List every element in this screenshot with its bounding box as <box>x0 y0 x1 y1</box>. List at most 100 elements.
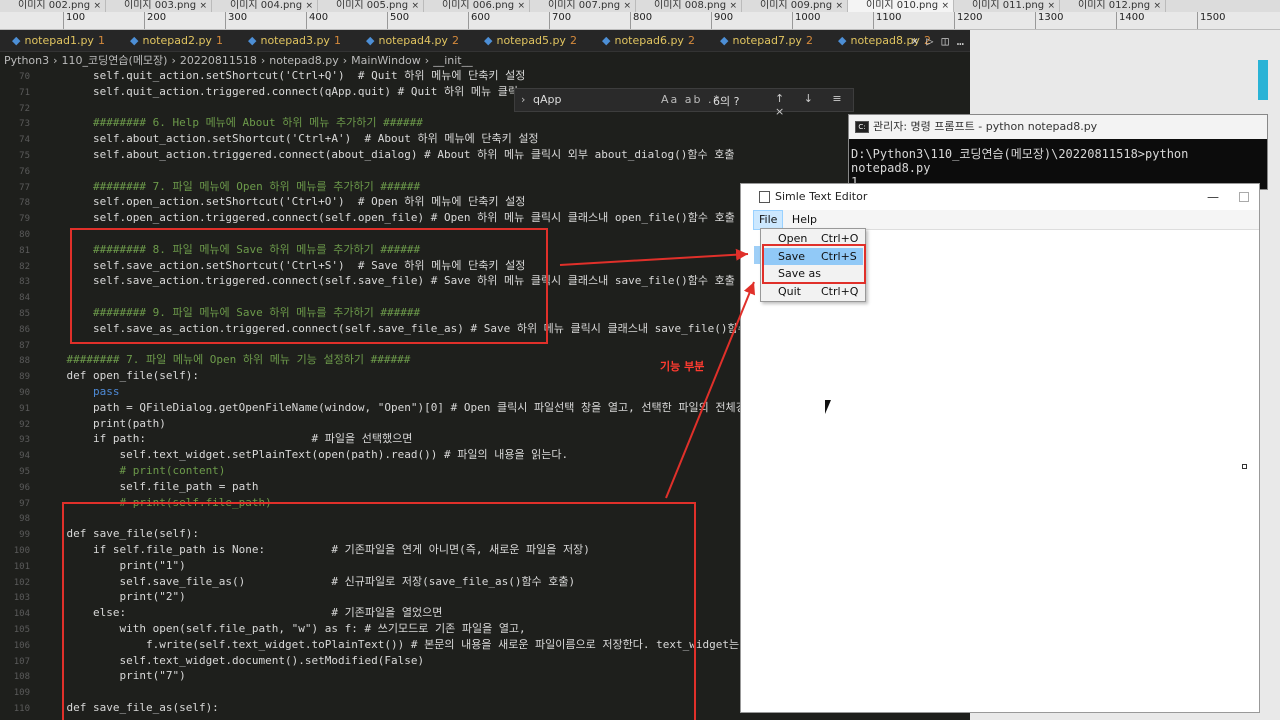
close-icon[interactable]: × <box>1047 0 1055 12</box>
line-number: 85 <box>19 309 30 319</box>
image-tab-strip: 이미지 002.png × 이미지 003.png × 이미지 004.png × 이미지 … <box>0 0 1280 12</box>
problem-count: 2 <box>451 34 459 47</box>
chevron-right-icon: › <box>171 54 176 67</box>
close-icon[interactable]: × <box>729 0 737 12</box>
image-tab[interactable]: 이미지 006.png × <box>424 0 530 12</box>
line-number: 72 <box>19 103 30 114</box>
code-text: self.text_widget.setPlainText(open(path)… <box>40 448 569 462</box>
editor-tab[interactable]: ◆ notepad5.py 2 <box>472 30 590 51</box>
image-tab-label: 이미지 012.png <box>1078 0 1151 11</box>
editor-tab[interactable]: ◆ notepad7.py 2 <box>708 30 826 51</box>
image-tab-label: 이미지 006.png <box>442 0 515 11</box>
minimize-icon[interactable]: — <box>1207 184 1219 210</box>
close-icon[interactable]: × <box>911 30 918 52</box>
editor-actions: × ▷ ◫ … <box>911 30 964 52</box>
menu-item-quit[interactable]: Quit Ctrl+Q <box>763 283 863 300</box>
ste-title-bar[interactable]: Simle Text Editor — <box>741 184 1259 210</box>
code-text: self.about_action.setShortcut('Ctrl+A') … <box>40 132 539 146</box>
problem-count: 2 <box>805 34 813 47</box>
close-icon[interactable]: × <box>941 0 949 12</box>
python-file-icon: ◆ <box>484 34 493 47</box>
image-tab-label: 이미지 010.png <box>866 0 939 11</box>
line-number: 97 <box>19 498 30 509</box>
close-icon[interactable]: × <box>623 0 631 12</box>
python-file-icon: ◆ <box>720 34 729 47</box>
image-tab[interactable]: 이미지 012.png × <box>1060 0 1166 12</box>
resize-handle[interactable] <box>1242 464 1247 469</box>
close-icon[interactable]: × <box>517 0 525 12</box>
breadcrumb-item[interactable]: 20220811518 <box>180 54 257 67</box>
find-count: 6의 ? <box>713 95 740 108</box>
close-icon[interactable]: × <box>199 0 207 12</box>
line-number: 89 <box>19 372 30 383</box>
line-number: 106 <box>13 640 30 651</box>
find-nav-buttons[interactable]: ↑ ↓ ≡ × <box>775 92 853 118</box>
more-icon[interactable]: … <box>957 30 964 52</box>
image-tab[interactable]: 이미지 008.png × <box>636 0 742 12</box>
editor-tab[interactable]: ◆ notepad4.py 2 <box>354 30 472 51</box>
run-icon[interactable]: ▷ <box>926 30 933 52</box>
problem-count: 1 <box>215 34 223 47</box>
menu-file[interactable]: File <box>753 210 784 230</box>
problem-count: 2 <box>569 34 577 47</box>
find-input[interactable]: qApp <box>533 93 653 106</box>
cmd-title-bar[interactable]: C: 관리자: 명령 프롬프트 - python notepad8.py <box>849 115 1267 139</box>
line-number: 98 <box>19 514 30 525</box>
menu-help[interactable]: Help <box>787 210 822 230</box>
annotation-box-save-functions <box>62 502 696 720</box>
chevron-right-icon: › <box>260 54 266 67</box>
close-icon[interactable]: × <box>835 0 843 12</box>
close-icon[interactable]: × <box>93 0 101 12</box>
ruler-tick: 800 <box>629 12 653 29</box>
breadcrumb-item[interactable]: notepad8.py <box>269 54 338 67</box>
image-tab-label: 이미지 008.png <box>654 0 727 11</box>
scroll-indicator[interactable] <box>1258 60 1268 100</box>
text-area[interactable] <box>753 230 1259 712</box>
line-number: 96 <box>19 482 30 493</box>
image-tab-label: 이미지 011.png <box>972 0 1045 11</box>
close-icon[interactable]: × <box>411 0 419 12</box>
editor-tab-label: notepad1.py <box>24 34 94 47</box>
chevron-right-icon[interactable]: › <box>521 93 525 106</box>
line-number: 81 <box>19 245 30 256</box>
editor-tab-label: notepad2.py <box>142 34 212 47</box>
image-tab[interactable]: 이미지 004.png × <box>212 0 318 12</box>
split-icon[interactable]: ◫ <box>942 30 949 52</box>
image-tab-label: 이미지 002.png <box>18 0 91 11</box>
line-number: 104 <box>13 609 30 620</box>
image-tab[interactable]: 이미지 007.png × <box>530 0 636 12</box>
image-tab[interactable]: 이미지 002.png × <box>0 0 106 12</box>
ruler-tick: 1500 <box>1196 12 1226 29</box>
code-text: if path: # 파일을 선택했으면 <box>40 432 413 446</box>
editor-tab[interactable]: ◆ notepad1.py 1 <box>0 30 118 51</box>
command-prompt-window: C: 관리자: 명령 프롬프트 - python notepad8.py D:\… <box>848 114 1268 190</box>
python-file-icon: ◆ <box>838 34 847 47</box>
ruler-tick: 900 <box>710 12 734 29</box>
image-tab[interactable]: 이미지 010.png × <box>848 0 954 12</box>
editor-tab[interactable]: ◆ notepad6.py 2 <box>590 30 708 51</box>
breadcrumb-item[interactable]: MainWindow <box>351 54 421 67</box>
breadcrumb-item[interactable]: Python3 <box>4 54 49 67</box>
close-icon[interactable]: × <box>1153 0 1161 12</box>
maximize-icon[interactable] <box>1239 192 1249 202</box>
image-tab[interactable]: 이미지 009.png × <box>742 0 848 12</box>
editor-tab-label: notepad5.py <box>496 34 566 47</box>
line-number: 83 <box>19 277 30 288</box>
close-icon[interactable]: × <box>305 0 313 12</box>
editor-tab[interactable]: ◆ notepad3.py 1 <box>236 30 354 51</box>
code-text: self.open_action.setShortcut('Ctrl+O') #… <box>40 195 526 209</box>
line-number: 75 <box>19 151 30 161</box>
image-tab[interactable]: 이미지 005.png × <box>318 0 424 12</box>
line-number: 90 <box>19 388 30 398</box>
find-options[interactable]: Aa ab .* <box>661 93 721 106</box>
chevron-right-icon: › <box>53 54 58 67</box>
image-tab[interactable]: 이미지 003.png × <box>106 0 212 12</box>
code-text: ######## 6. Help 메뉴에 About 하위 메뉴 추가하기 ##… <box>40 116 423 130</box>
editor-tab[interactable]: ◆ notepad2.py 1 <box>118 30 236 51</box>
breadcrumb-item[interactable]: __init__ <box>433 54 472 67</box>
code-text: print(path) <box>40 416 166 430</box>
image-tab[interactable]: 이미지 011.png × <box>954 0 1060 12</box>
ruler-tick: 700 <box>548 12 572 29</box>
breadcrumb-item[interactable]: 110_코딩연습(메모장) <box>62 54 168 67</box>
annotation-box-actions <box>70 228 548 344</box>
